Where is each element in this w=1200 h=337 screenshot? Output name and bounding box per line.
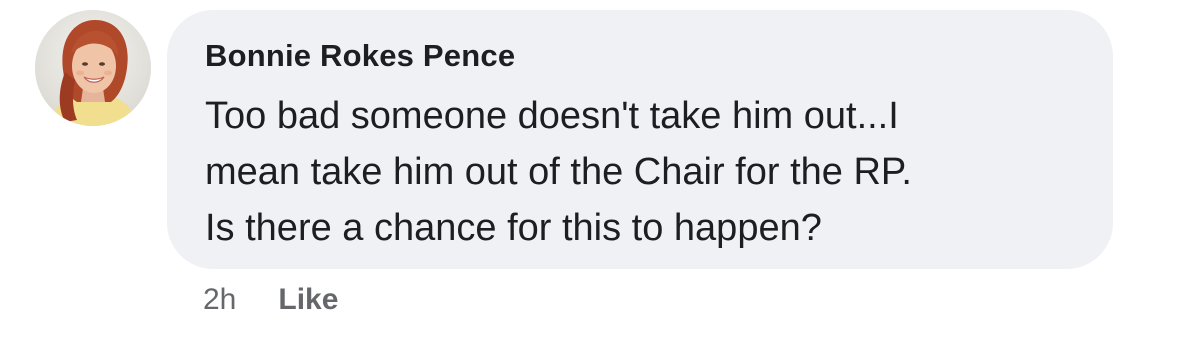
like-button[interactable]: Like bbox=[278, 283, 338, 317]
comment-text-line: Is there a chance for this to happen? bbox=[205, 207, 822, 249]
comment-timestamp[interactable]: 2h bbox=[203, 283, 236, 317]
comment-text: Too bad someone doesn't take him out...I… bbox=[205, 88, 1095, 256]
profile-photo-icon bbox=[35, 10, 151, 126]
comment-text-line: Too bad someone doesn't take him out...I bbox=[205, 95, 899, 137]
comment: Bonnie Rokes Pence Too bad someone doesn… bbox=[0, 0, 1200, 337]
author-name[interactable]: Bonnie Rokes Pence bbox=[205, 38, 515, 74]
comment-actions: 2h Like bbox=[203, 279, 338, 321]
avatar[interactable] bbox=[35, 10, 151, 126]
comment-bubble: Bonnie Rokes Pence Too bad someone doesn… bbox=[167, 10, 1113, 269]
comment-text-line: mean take him out of the Chair for the R… bbox=[205, 151, 912, 193]
